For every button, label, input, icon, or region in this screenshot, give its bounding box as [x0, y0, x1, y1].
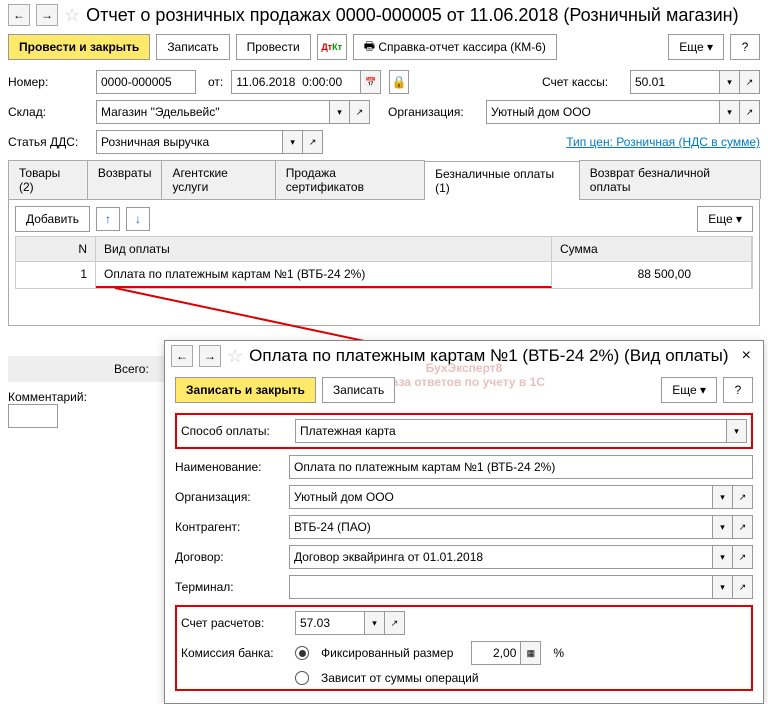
- tab-cashless[interactable]: Безналичные оплаты (1): [424, 161, 580, 200]
- close-icon[interactable]: ×: [736, 345, 757, 367]
- post-close-button[interactable]: Провести и закрыть: [8, 34, 150, 60]
- post-button[interactable]: Провести: [236, 34, 311, 60]
- counter-input[interactable]: [289, 515, 713, 539]
- open-icon[interactable]: ↗: [740, 100, 760, 124]
- number-label: Номер:: [8, 75, 88, 89]
- table-row[interactable]: 1 Оплата по платежным картам №1 (ВТБ-24 …: [15, 262, 753, 289]
- radio-fixed[interactable]: [295, 646, 309, 660]
- calc-icon[interactable]: ▦: [521, 641, 541, 665]
- dropdown-icon[interactable]: ▾: [713, 515, 733, 539]
- dropdown-icon[interactable]: ▾: [365, 611, 385, 635]
- payment-type-dialog: ← → ☆ Оплата по платежным картам №1 (ВТБ…: [164, 340, 764, 704]
- dropdown-icon[interactable]: ▾: [713, 575, 733, 599]
- warehouse-input[interactable]: [96, 100, 330, 124]
- dialog-nav-back[interactable]: ←: [171, 345, 193, 367]
- dropdown-icon[interactable]: ▾: [330, 100, 350, 124]
- settl-account-input[interactable]: [295, 611, 365, 635]
- tab-agent[interactable]: Агентские услуги: [161, 160, 275, 199]
- calendar-icon[interactable]: 📅: [361, 70, 381, 94]
- cell-type: Оплата по платежным картам №1 (ВТБ-24 2%…: [96, 262, 552, 288]
- open-icon[interactable]: ↗: [740, 70, 760, 94]
- dt-kt-button[interactable]: ДтКт: [317, 34, 347, 60]
- name-label: Наименование:: [175, 460, 281, 474]
- tab-returns[interactable]: Возвраты: [87, 160, 163, 199]
- dropdown-icon[interactable]: ▾: [283, 130, 303, 154]
- move-up-button[interactable]: ↑: [96, 207, 120, 231]
- dialog-help-button[interactable]: ?: [723, 377, 753, 403]
- comment-input[interactable]: [8, 404, 58, 428]
- nav-back[interactable]: ←: [8, 4, 30, 26]
- dlg-org-label: Организация:: [175, 490, 281, 504]
- terminal-label: Терминал:: [175, 580, 281, 594]
- contract-input[interactable]: [289, 545, 713, 569]
- org-input[interactable]: [486, 100, 720, 124]
- col-header-type: Вид оплаты: [96, 237, 552, 261]
- nav-forward[interactable]: →: [36, 4, 58, 26]
- dropdown-icon[interactable]: ▾: [720, 100, 740, 124]
- open-icon[interactable]: ↗: [350, 100, 370, 124]
- open-icon[interactable]: ↗: [303, 130, 323, 154]
- star-icon[interactable]: ☆: [64, 5, 80, 26]
- locked-icon[interactable]: 🔒: [389, 70, 409, 94]
- dialog-more-button[interactable]: Еще ▾: [661, 377, 717, 403]
- commission-input[interactable]: [471, 641, 521, 665]
- report-button[interactable]: 🖶 Справка-отчет кассира (КМ-6): [353, 34, 557, 60]
- name-input[interactable]: [289, 455, 753, 479]
- dropdown-icon[interactable]: ▾: [713, 485, 733, 509]
- open-icon[interactable]: ↗: [733, 485, 753, 509]
- dialog-save-close-button[interactable]: Записать и закрыть: [175, 377, 316, 403]
- from-label: от:: [208, 75, 223, 89]
- tab-cashless-return[interactable]: Возврат безналичной оплаты: [579, 160, 761, 199]
- price-type-link[interactable]: Тип цен: Розничная (НДС в сумме): [566, 135, 760, 149]
- page-title: Отчет о розничных продажах 0000-000005 о…: [86, 5, 738, 26]
- open-icon[interactable]: ↗: [385, 611, 405, 635]
- dropdown-icon[interactable]: ▾: [720, 70, 740, 94]
- account-label: Счет кассы:: [542, 75, 622, 89]
- total-label: Всего:: [114, 362, 149, 376]
- dds-label: Статья ДДС:: [8, 135, 88, 149]
- dialog-save-button[interactable]: Записать: [322, 377, 395, 403]
- percent-label: %: [553, 646, 564, 660]
- help-button[interactable]: ?: [730, 34, 760, 60]
- date-input[interactable]: [231, 70, 361, 94]
- table-more-button[interactable]: Еще ▾: [697, 206, 753, 232]
- col-header-n: N: [16, 237, 96, 261]
- dialog-title: Оплата по платежным картам №1 (ВТБ-24 2%…: [249, 346, 728, 366]
- move-down-button[interactable]: ↓: [126, 207, 150, 231]
- open-icon[interactable]: ↗: [733, 575, 753, 599]
- cell-sum: 88 500,00: [552, 262, 752, 288]
- radio-fixed-label: Фиксированный размер: [321, 646, 453, 660]
- dds-input[interactable]: [96, 130, 283, 154]
- tab-goods[interactable]: Товары (2): [8, 160, 88, 199]
- more-button[interactable]: Еще ▾: [668, 34, 724, 60]
- radio-depends[interactable]: [295, 671, 309, 685]
- terminal-input[interactable]: [289, 575, 713, 599]
- method-input[interactable]: [295, 419, 727, 443]
- settl-account-label: Счет расчетов:: [181, 616, 287, 630]
- dialog-nav-forward[interactable]: →: [199, 345, 221, 367]
- comment-label: Комментарий:: [8, 390, 98, 404]
- dialog-star-icon[interactable]: ☆: [227, 346, 243, 367]
- add-button[interactable]: Добавить: [15, 206, 90, 232]
- radio-depends-label: Зависит от суммы операций: [321, 671, 479, 685]
- cell-n: 1: [16, 262, 96, 288]
- warehouse-label: Склад:: [8, 105, 88, 119]
- dropdown-icon[interactable]: ▾: [713, 545, 733, 569]
- tab-certificates[interactable]: Продажа сертификатов: [275, 160, 425, 199]
- col-header-sum: Сумма: [552, 237, 752, 261]
- org-label: Организация:: [388, 105, 478, 119]
- save-button[interactable]: Записать: [156, 34, 229, 60]
- dropdown-icon[interactable]: ▾: [727, 419, 747, 443]
- counter-label: Контрагент:: [175, 520, 281, 534]
- commission-label: Комиссия банка:: [181, 646, 287, 660]
- number-input[interactable]: [96, 70, 196, 94]
- account-input[interactable]: [630, 70, 720, 94]
- dlg-org-input[interactable]: [289, 485, 713, 509]
- contract-label: Договор:: [175, 550, 281, 564]
- method-label: Способ оплаты:: [181, 424, 287, 438]
- print-icon: 🖶: [364, 37, 375, 58]
- open-icon[interactable]: ↗: [733, 545, 753, 569]
- open-icon[interactable]: ↗: [733, 515, 753, 539]
